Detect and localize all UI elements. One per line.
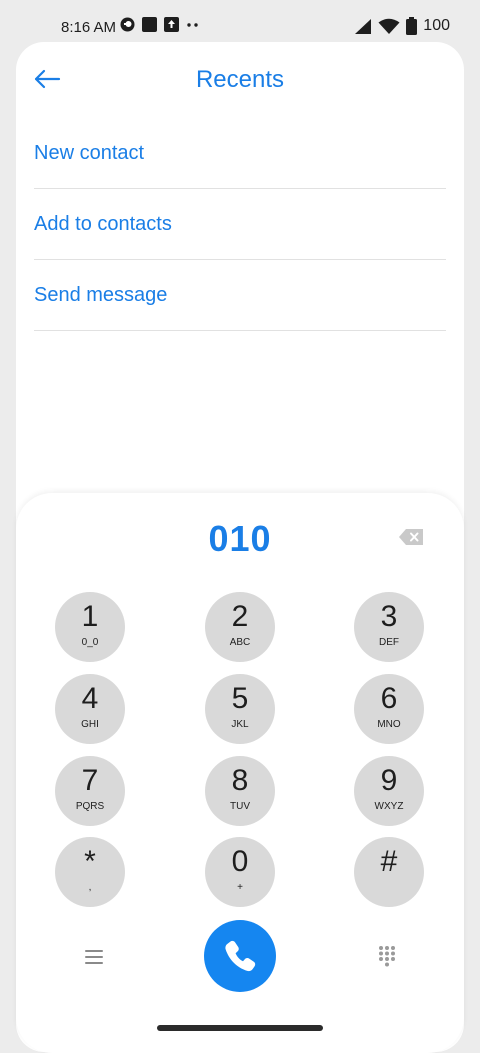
status-system-icons: 100 bbox=[354, 17, 450, 35]
dial-key-digit: 1 bbox=[81, 600, 99, 633]
dial-key-letters: MNO bbox=[377, 719, 401, 730]
dial-key-digit: 9 bbox=[380, 764, 398, 797]
dial-key-digit: 6 bbox=[380, 682, 398, 715]
dial-key-0[interactable]: 0 + bbox=[205, 837, 275, 907]
dial-key-digit: # bbox=[380, 845, 398, 878]
dial-key-star[interactable]: * , bbox=[55, 837, 125, 907]
status-notification-icons bbox=[120, 17, 200, 32]
page-title: Recents bbox=[195, 66, 285, 93]
dial-key-8[interactable]: 8 TUV bbox=[205, 756, 275, 826]
add-to-contacts-label: Add to contacts bbox=[34, 212, 172, 235]
dial-key-letters: TUV bbox=[230, 801, 250, 812]
dial-key-7[interactable]: 7 PQRS bbox=[55, 756, 125, 826]
dial-key-letters: GHI bbox=[81, 719, 99, 730]
new-contact-item[interactable]: New contact bbox=[34, 118, 446, 189]
dial-key-digit: 2 bbox=[231, 600, 249, 633]
dial-key-1[interactable]: 1 0_0 bbox=[55, 592, 125, 662]
signal-icon bbox=[355, 18, 372, 34]
new-contact-label: New contact bbox=[34, 141, 145, 164]
dial-key-digit: 8 bbox=[231, 764, 249, 797]
dialpad-icon[interactable] bbox=[376, 945, 398, 967]
dial-key-letters: WXYZ bbox=[374, 801, 404, 812]
wifi-icon bbox=[378, 18, 400, 34]
menu-list-icon[interactable] bbox=[82, 945, 106, 969]
home-indicator[interactable] bbox=[157, 1025, 323, 1031]
dial-key-digit: 3 bbox=[380, 600, 398, 633]
dial-key-letters: DEF bbox=[379, 637, 399, 648]
call-button[interactable] bbox=[204, 920, 276, 992]
dial-key-letters: PQRS bbox=[75, 801, 105, 812]
dial-key-letters: ABC bbox=[229, 637, 251, 648]
dial-key-6[interactable]: 6 MNO bbox=[354, 674, 424, 744]
backspace-icon[interactable] bbox=[398, 526, 426, 548]
dial-key-digit: 0 bbox=[231, 845, 249, 878]
dial-key-letters: , bbox=[88, 882, 92, 893]
dial-key-hash[interactable]: # bbox=[354, 837, 424, 907]
status-time: 8:16 AM bbox=[61, 19, 117, 36]
dial-key-digit: 4 bbox=[81, 682, 99, 715]
phone-icon bbox=[225, 940, 256, 972]
more-dots-icon bbox=[187, 23, 198, 27]
square-notification-icon bbox=[142, 17, 157, 32]
dial-key-digit: * bbox=[84, 845, 96, 878]
dial-key-letters: + bbox=[237, 882, 243, 893]
battery-icon bbox=[406, 17, 418, 35]
dial-key-3[interactable]: 3 DEF bbox=[354, 592, 424, 662]
dial-key-letters: JKL bbox=[231, 719, 249, 730]
dial-key-9[interactable]: 9 WXYZ bbox=[354, 756, 424, 826]
dial-key-4[interactable]: 4 GHI bbox=[55, 674, 125, 744]
upload-notification-icon bbox=[164, 17, 179, 32]
send-message-label: Send message bbox=[34, 283, 168, 306]
dial-key-2[interactable]: 2 ABC bbox=[205, 592, 275, 662]
add-to-contacts-item[interactable]: Add to contacts bbox=[34, 189, 446, 260]
dial-key-5[interactable]: 5 JKL bbox=[205, 674, 275, 744]
vpn-key-icon bbox=[120, 17, 135, 32]
action-menu: New contact Add to contacts Send message bbox=[34, 118, 446, 331]
dial-key-digit: 7 bbox=[81, 764, 99, 797]
battery-level: 100 bbox=[423, 17, 450, 34]
send-message-item[interactable]: Send message bbox=[34, 260, 446, 331]
dial-key-digit: 5 bbox=[231, 682, 249, 715]
dial-key-letters: 0_0 bbox=[81, 637, 99, 648]
